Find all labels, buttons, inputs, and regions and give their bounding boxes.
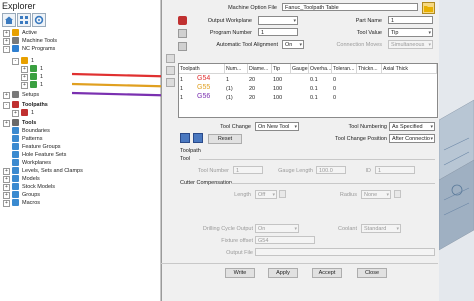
add-icon[interactable] [178, 29, 187, 38]
table-cell [357, 94, 382, 103]
table-cell: 20 [249, 95, 256, 101]
connection-moves-label: Connection Moves [336, 42, 382, 48]
table-cell: 0.1 [310, 77, 318, 83]
table-cell: 0 [333, 86, 337, 92]
table-cell: 0 [333, 77, 337, 83]
auto-tool-alignment-text: On [285, 42, 293, 48]
table-cell [291, 85, 309, 94]
machine-option-file-field[interactable]: Fanuc_Toolpath Table [282, 3, 418, 11]
auto-tool-alignment-select[interactable]: On ▾ [282, 40, 304, 49]
column-header[interactable]: Overha... [309, 64, 332, 74]
tool-value-label: Tool Value [356, 30, 382, 36]
column-header[interactable]: Gauge [291, 64, 309, 74]
table-cell: 0 [333, 95, 337, 101]
move-down-icon[interactable] [166, 66, 175, 75]
table-cell [382, 76, 437, 85]
connection-moves-select[interactable]: Simultaneous ▾ [388, 40, 433, 49]
output-workplane-label: Output Workplane [207, 18, 252, 24]
write-button[interactable]: Write [225, 268, 255, 278]
fixture-offset-annotation: G55 [197, 84, 211, 91]
connection-moves-text: Simultaneous [391, 42, 425, 48]
column-header[interactable]: Toolpath [179, 64, 225, 74]
table-cell: 100 [273, 77, 283, 83]
open-folder-icon[interactable] [422, 2, 435, 14]
delete-icon[interactable] [166, 78, 175, 87]
table-cell [291, 76, 309, 85]
close-button[interactable]: Close [357, 268, 387, 278]
part-name-field[interactable]: 1 [388, 16, 433, 24]
graphics-viewport[interactable] [439, 0, 474, 301]
table-cell: 100 [273, 86, 283, 92]
table-cell: (1) [226, 86, 233, 92]
chevron-down-icon: ▾ [428, 42, 431, 48]
table-cell: 20 [249, 77, 256, 83]
table-row[interactable]: 1 (1) 20 100 0.1 0 G56 [179, 93, 437, 103]
auto-tool-alignment-label: Automatic Tool Alignment [216, 42, 278, 48]
fixture-offset-annotation: G54 [197, 75, 211, 82]
table-cell [357, 76, 382, 85]
tool-value-text: Tip [391, 30, 399, 36]
column-header[interactable]: Toleran... [332, 64, 357, 74]
chevron-down-icon: ▾ [428, 30, 431, 36]
table-cell [357, 85, 382, 94]
fixture-offset-annotation: G56 [197, 93, 211, 100]
table-cell: 0.1 [310, 95, 318, 101]
move-up-icon[interactable] [166, 54, 175, 63]
column-header[interactable]: Diame... [248, 64, 272, 74]
column-header[interactable]: Tip [272, 64, 291, 74]
table-row[interactable]: 1 1 20 100 0.1 0 G54 [179, 75, 437, 85]
table-cell [382, 85, 437, 94]
table-cell [291, 94, 309, 103]
table-cell: 20 [249, 86, 256, 92]
table-cell: 100 [273, 95, 283, 101]
table-cell [382, 94, 437, 103]
part-name-label: Part Name [355, 18, 382, 24]
accept-button[interactable]: Accept [312, 268, 342, 278]
nc-program-dialog: Machine Option File Fanuc_Toolpath Table… [161, 0, 439, 301]
table-row[interactable]: 1 (1) 20 100 0.1 0 G55 [179, 84, 437, 94]
column-header[interactable]: Thickn... [357, 64, 382, 74]
table-cell: (1) [226, 95, 233, 101]
chevron-down-icon: ▾ [299, 42, 302, 48]
column-header[interactable]: Num... [225, 64, 248, 74]
toolpath-table: Toolpath Num... Diame... Tip Gauge Overha... T… [178, 63, 438, 118]
table-cell: 1 [226, 77, 230, 83]
program-number-field[interactable]: 1 [258, 28, 298, 36]
toolpath-table-icon[interactable] [178, 16, 187, 25]
table-cell: 0.1 [310, 86, 318, 92]
machine-option-file-label: Machine Option File [228, 5, 277, 11]
program-number-label: Program Number [209, 30, 252, 36]
tool-value-select[interactable]: Tip ▾ [388, 28, 433, 37]
model-preview [439, 0, 474, 301]
apply-button[interactable]: Apply [268, 268, 298, 278]
column-header[interactable]: Axial Thick [382, 64, 437, 74]
output-workplane-select[interactable]: ▾ [258, 16, 298, 25]
